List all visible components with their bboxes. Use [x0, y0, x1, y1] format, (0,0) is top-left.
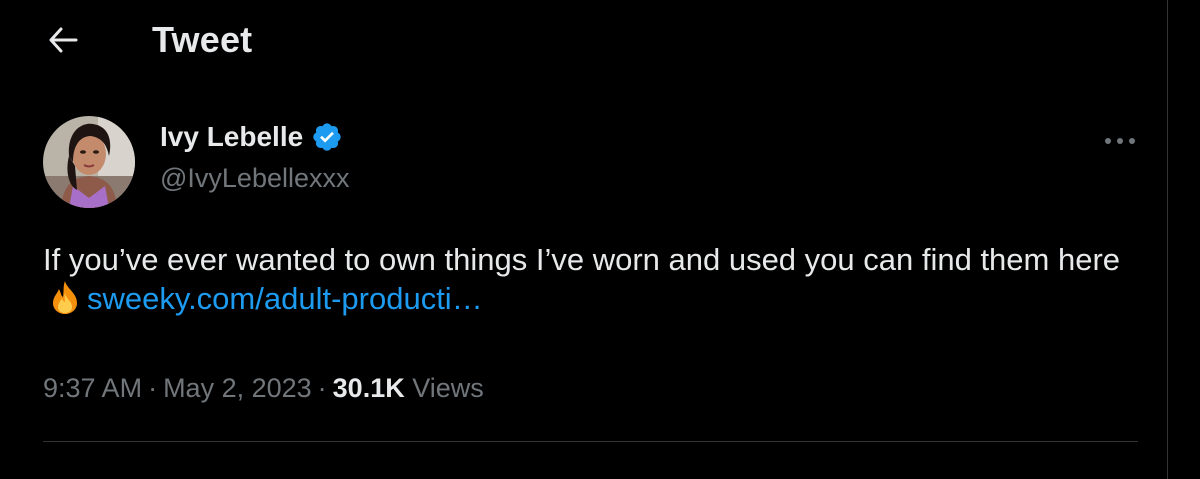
tweet-detail-panel: Tweet Ivy Lebelle @IvyLebellexxx If you’… [0, 0, 1168, 479]
author-name-row[interactable]: Ivy Lebelle [160, 121, 343, 153]
verified-badge-icon [313, 123, 341, 151]
author-handle[interactable]: @IvyLebellexxx [160, 163, 350, 194]
tweet-meta: 9:37 AM · May 2, 2023 · 30.1K Views [43, 373, 484, 404]
avatar[interactable] [43, 116, 135, 208]
tweet-time[interactable]: 9:37 AM [43, 373, 142, 403]
author-name: Ivy Lebelle [160, 121, 304, 152]
tweet-text: If you’ve ever wanted to own things I’ve… [43, 240, 1153, 318]
tweet-date[interactable]: May 2, 2023 [163, 373, 312, 403]
views-label[interactable]: Views [412, 373, 484, 403]
tweet-link[interactable]: sweeky.com/adult-producti… [87, 281, 483, 316]
page-title: Tweet [152, 19, 253, 60]
divider [43, 441, 1138, 442]
back-button[interactable] [40, 20, 86, 60]
meta-separator: · [317, 373, 327, 403]
ellipsis-horizontal-icon [1105, 138, 1135, 144]
tweet-body-text: If you’ve ever wanted to own things I’ve… [43, 242, 1121, 277]
views-count[interactable]: 30.1K [333, 373, 405, 403]
meta-separator: · [148, 373, 158, 403]
arrow-left-icon [49, 27, 78, 53]
fire-emoji-icon [53, 281, 77, 314]
more-options-button[interactable] [1098, 126, 1142, 156]
